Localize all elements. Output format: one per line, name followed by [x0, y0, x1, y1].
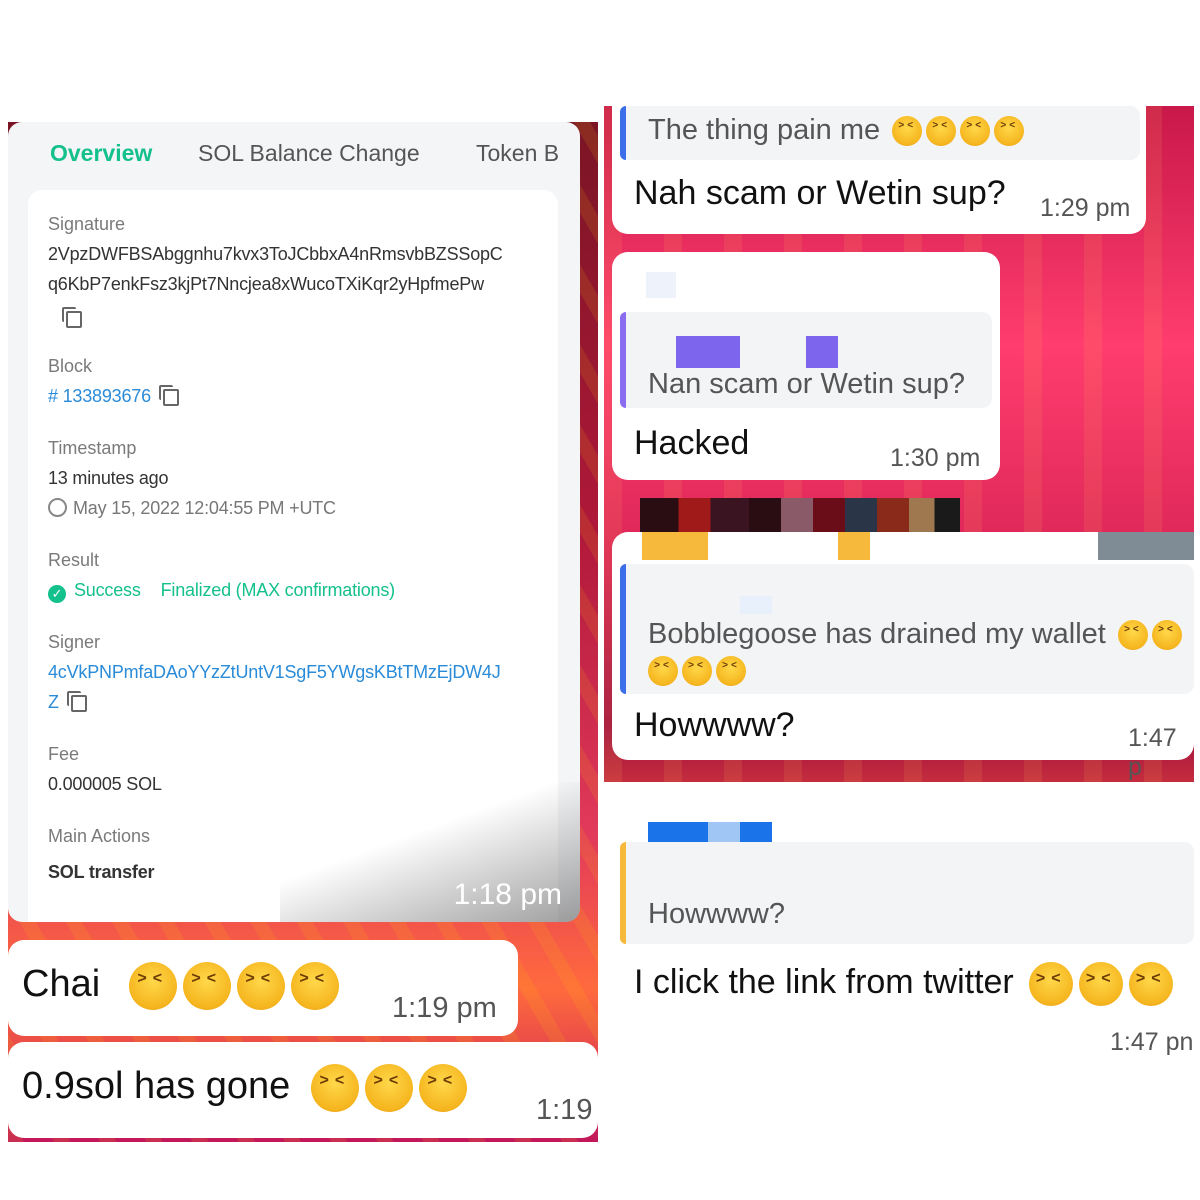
- message-time: 1:19: [536, 1094, 593, 1126]
- tired-face-emoji-icon: [1151, 620, 1182, 651]
- message-bubble[interactable]: The thing pain me Nah scam or Wetin sup?…: [612, 106, 1146, 234]
- block-label: Block: [48, 356, 93, 376]
- tired-face-emoji-icon: [418, 1064, 467, 1112]
- pixelated-region: [838, 532, 870, 560]
- copy-icon[interactable]: [66, 690, 87, 712]
- tired-face-emoji-icon: [1079, 962, 1124, 1006]
- status-finalized: Finalized (MAX confirmations): [160, 580, 395, 600]
- tab-sol-balance-change[interactable]: SOL Balance Change: [198, 140, 420, 167]
- tired-face-emoji-icon: [926, 116, 957, 147]
- copy-icon[interactable]: [62, 306, 82, 328]
- tab-token-balance[interactable]: Token B: [476, 140, 558, 167]
- check-circle-icon: ✓: [48, 585, 66, 603]
- block-number-link[interactable]: # 133893676: [48, 386, 151, 406]
- tired-face-emoji-icon: [716, 656, 746, 687]
- tired-face-emoji-icon: [1117, 620, 1148, 651]
- tired-face-emoji-icon: [236, 962, 285, 1010]
- tired-face-emoji-icon: [1029, 962, 1074, 1006]
- reply-quote[interactable]: The thing pain me: [620, 106, 1140, 160]
- quote-text: The thing pain me: [648, 114, 1025, 147]
- message-bubble[interactable]: 0.9sol has gone 1:19: [8, 1042, 598, 1138]
- tired-face-emoji-icon: [128, 962, 177, 1010]
- signature-line-2: q6KbP7enkFsz3kjPt7Nncjea8xWucoTXiKqr2yHp…: [48, 274, 484, 294]
- message-text: Chai: [22, 962, 339, 1010]
- reply-quote[interactable]: Bobblegoose has drained my wallet: [620, 564, 1194, 694]
- timestamp-relative: 13 minutes ago: [48, 468, 169, 488]
- main-actions-value: SOL transfer: [48, 862, 155, 882]
- tired-face-emoji-icon: [960, 116, 991, 147]
- message-text-content: 0.9sol has gone: [22, 1065, 291, 1108]
- message-text-content: Chai: [22, 963, 101, 1006]
- message-time: 1:47 p: [1128, 724, 1177, 781]
- tired-face-emoji-icon: [682, 656, 712, 687]
- clock-icon: [48, 498, 67, 517]
- timestamp-label: Timestamp: [48, 438, 137, 458]
- message-bubble[interactable]: Bobblegoose has drained my wallet Howwww…: [612, 532, 1194, 781]
- tab-overview[interactable]: Overview: [50, 140, 152, 167]
- quote-bar: [620, 842, 626, 944]
- reply-quote[interactable]: Nan scam or Wetin sup?: [620, 312, 992, 408]
- copy-icon[interactable]: [158, 384, 179, 406]
- pixelated-name: [740, 596, 772, 614]
- quote-bar: [620, 564, 626, 694]
- pixelated-name: [676, 336, 740, 368]
- message-bubble[interactable]: Nan scam or Wetin sup? Hacked 1:30 pm: [612, 252, 1000, 480]
- quote-bar: [620, 106, 626, 160]
- pixelated-region: [1098, 532, 1194, 560]
- tired-face-emoji-icon: [182, 962, 231, 1010]
- status-success: Success: [74, 580, 141, 600]
- signer-line-2[interactable]: Z: [48, 690, 87, 713]
- quote-bar: [620, 312, 626, 408]
- reply-quote[interactable]: Howwww?: [620, 842, 1194, 944]
- pixelated-region: [646, 272, 676, 298]
- tired-face-emoji-icon: [994, 116, 1025, 147]
- block-value[interactable]: # 133893676: [48, 384, 179, 407]
- result-label: Result: [48, 550, 100, 570]
- message-bubble[interactable]: Howwww? I click the link from twitter 1:…: [612, 800, 1194, 1060]
- main-actions-label: Main Actions: [48, 826, 151, 846]
- pixelated-name: [806, 336, 838, 368]
- signature-label: Signature: [48, 214, 126, 234]
- quote-text-content: The thing pain me: [648, 114, 881, 146]
- tired-face-emoji-icon: [364, 1064, 413, 1112]
- message-text: Howwww?: [634, 706, 795, 744]
- message-bubble[interactable]: Chai 1:19 pm: [8, 940, 518, 1036]
- result-value: ✓ Success Finalized (MAX confirmations): [48, 580, 395, 603]
- timestamp-absolute-text: May 15, 2022 12:04:55 PM +UTC: [73, 498, 336, 518]
- signer-line-2-text[interactable]: Z: [48, 692, 59, 712]
- message-time: 1:47 pn: [1110, 1028, 1194, 1056]
- page-background: [604, 1058, 1200, 1200]
- tired-face-emoji-icon: [290, 962, 339, 1010]
- tired-face-emoji-icon: [648, 656, 678, 687]
- message-time: 1:29 pm: [1040, 194, 1131, 222]
- message-time: 1:19 pm: [392, 992, 497, 1024]
- message-text-content: I click the link from twitter: [634, 962, 1014, 1001]
- pixelated-region: [642, 532, 708, 560]
- solana-explorer-screenshot: Overview SOL Balance Change Token B Sign…: [8, 122, 580, 922]
- message-time: 1:30 pm: [890, 444, 981, 472]
- tired-face-emoji-icon: [1129, 962, 1174, 1006]
- signer-label: Signer: [48, 632, 101, 652]
- quote-emoji-line: [644, 654, 746, 687]
- tired-face-emoji-icon: [310, 1064, 359, 1112]
- fee-label: Fee: [48, 744, 80, 764]
- timestamp-absolute: May 15, 2022 12:04:55 PM +UTC: [48, 498, 336, 519]
- tired-face-emoji-icon: [892, 116, 923, 147]
- message-text: 0.9sol has gone: [22, 1064, 467, 1112]
- quote-text-content: Bobblegoose has drained my wallet: [648, 618, 1106, 650]
- quote-text: Howwww?: [648, 898, 785, 930]
- fee-value: 0.000005 SOL: [48, 774, 162, 794]
- quote-text: Bobblegoose has drained my wallet: [648, 618, 1182, 651]
- signature-line-1: 2VpzDWFBSAbggnhu7kvx3ToJCbbxA4nRmsvbBZSS…: [48, 244, 503, 264]
- pixelated-region: [640, 498, 960, 532]
- quote-text: Nan scam or Wetin sup?: [648, 368, 965, 400]
- message-time: 1:18 pm: [453, 878, 562, 911]
- message-text: Hacked: [634, 424, 750, 462]
- explorer-tabs: Overview SOL Balance Change Token B: [8, 122, 580, 190]
- message-text: Nah scam or Wetin sup?: [634, 174, 1006, 212]
- signer-line-1[interactable]: 4cVkPNPmfaDAoYYzZtUntV1SgF5YWgsKBtTMzEjD…: [48, 662, 501, 683]
- message-text: I click the link from twitter: [634, 962, 1174, 1006]
